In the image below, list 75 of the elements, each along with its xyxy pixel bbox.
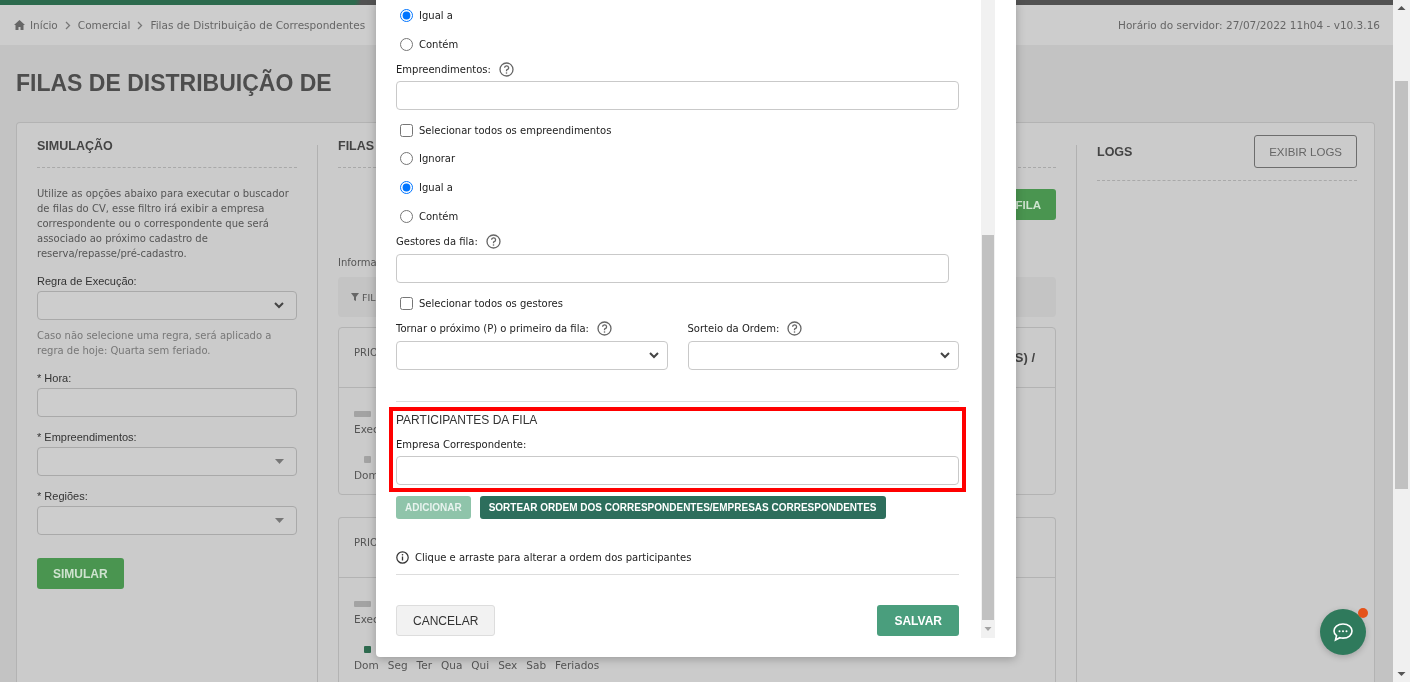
field-label: * Empreendimentos: <box>37 431 138 443</box>
checkbox-label: Selecionar todos os gestores <box>419 297 563 309</box>
section-heading: SIMULAÇÃO <box>37 138 113 153</box>
field-label: Regra de Execução: <box>37 275 138 287</box>
day-label: Qui <box>471 659 490 671</box>
select-field[interactable] <box>687 341 959 370</box>
select-field[interactable] <box>37 447 297 476</box>
radio-button[interactable] <box>400 38 413 51</box>
field-label: Empreendimentos: <box>396 63 491 75</box>
radio-button[interactable] <box>400 210 413 223</box>
select-field[interactable] <box>37 291 297 320</box>
select-field[interactable] <box>37 506 297 535</box>
field-label: Empresa Correspondente: <box>396 438 527 450</box>
caret-icon <box>275 459 284 464</box>
radio-button[interactable] <box>400 9 413 22</box>
day-label: Feriados <box>555 659 600 671</box>
grip-icon <box>354 411 371 417</box>
checkbox[interactable] <box>400 123 413 137</box>
queue-title: S) / <box>1014 350 1036 365</box>
grip-icon <box>354 601 371 607</box>
filter-button[interactable]: FIL <box>351 291 376 303</box>
chevron-down-icon <box>274 302 284 309</box>
chevron-down-icon <box>940 352 950 359</box>
cancel-button[interactable]: CANCELAR <box>396 605 496 636</box>
breadcrumb-link[interactable]: Comercial <box>77 19 131 31</box>
field-label: * Hora: <box>37 372 73 384</box>
day-label: Sex <box>498 659 518 671</box>
filter-icon <box>351 293 359 301</box>
scrollbar-thumb[interactable] <box>981 235 995 620</box>
day-label: Dom <box>354 659 379 671</box>
field-label: Gestores da fila: <box>396 235 478 247</box>
shuffle-order-button[interactable]: SORTEAR ORDEM DOS CORRESPONDENTES/EMPRESAS CORRESPONDENTES <box>479 496 886 519</box>
info-icon <box>396 550 409 564</box>
radio-button[interactable] <box>400 152 413 165</box>
save-button[interactable]: SALVAR <box>877 605 959 636</box>
input-field[interactable] <box>37 388 297 417</box>
input-field[interactable] <box>396 254 949 283</box>
scrollbar-thumb[interactable] <box>1393 81 1410 489</box>
day-label: Qua <box>440 659 463 671</box>
hint-text: Caso não selecione uma regra, será aplicado a regra de hoje: Quarta sem feriado. <box>37 329 273 358</box>
radio-label: Contém <box>419 211 459 222</box>
breadcrumb-link[interactable]: Filas de Distribuição de Correspondentes <box>150 19 366 31</box>
radio-button[interactable] <box>400 181 413 194</box>
info-text: Clique e arraste para alterar a ordem dos participantes <box>415 551 692 563</box>
chevron-right-icon <box>64 20 71 30</box>
checkbox-label: Selecionar todos os empreendimentos <box>419 124 612 136</box>
input-field[interactable] <box>396 81 959 110</box>
simulate-button[interactable]: SIMULAR <box>37 558 124 589</box>
radio-label: Ignorar <box>419 153 456 164</box>
info-text: Informa <box>338 257 378 268</box>
radio-label: Contém <box>419 39 459 50</box>
caret-icon <box>275 518 284 523</box>
day-label: Ter <box>416 659 432 671</box>
checkbox[interactable] <box>400 296 413 310</box>
day-label: Sab <box>526 659 547 671</box>
section-heading: PARTICIPANTES DA FILA <box>396 412 539 429</box>
home-icon <box>14 20 25 30</box>
description: Utilize as opções abaixo para executar o buscador de filas do CV, esse filtro irá exibir a empresa correspondente ou o correspondente que será associado ao próximo cadastro de reserva/repasse/pré-cadastro. <box>37 187 290 261</box>
field-label: Sorteio da Ordem: <box>687 322 780 334</box>
section-heading: LOGS <box>1097 144 1133 159</box>
radio-label: Igual a <box>419 182 453 193</box>
select-field[interactable] <box>396 341 668 370</box>
input-field[interactable] <box>396 456 959 485</box>
chevron-down-icon <box>648 352 659 359</box>
field-label: * Regiões: <box>37 490 89 502</box>
chevron-right-icon <box>137 20 144 30</box>
radio-label: Igual a <box>419 10 453 21</box>
breadcrumb-link[interactable]: Início <box>30 19 58 31</box>
show-logs-button[interactable]: EXIBIR LOGS <box>1254 135 1357 168</box>
server-time: Horário do servidor: 27/07/2022 11h04 - v10.3.16 <box>1118 19 1380 31</box>
section-heading: FILAS <box>338 138 375 153</box>
field-label: Tornar o próximo (P) o primeiro da fila: <box>396 322 589 334</box>
day-label: Seg <box>387 659 408 671</box>
chat-bubble-icon <box>1332 622 1354 642</box>
page-title: FILAS DE DISTRIBUIÇÃO DE <box>16 70 332 97</box>
